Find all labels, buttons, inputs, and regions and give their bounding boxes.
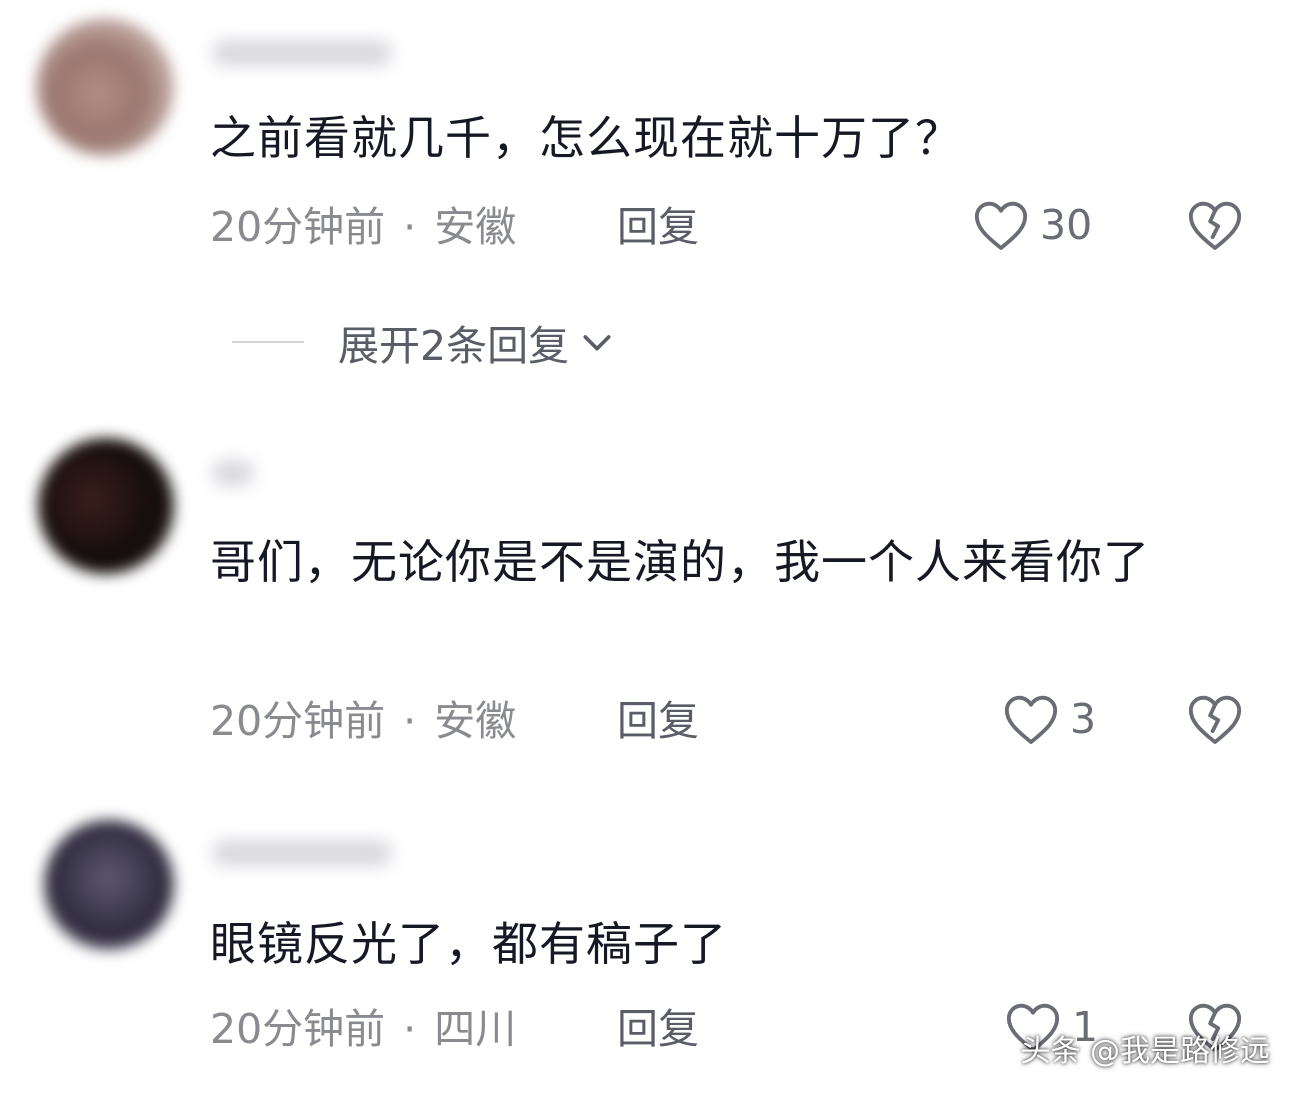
broken-heart-icon — [1188, 695, 1242, 744]
comment-text: 眼镜反光了，都有稿子了 — [210, 917, 727, 971]
heart-outline-icon — [1004, 695, 1058, 744]
expand-replies-button[interactable]: 展开2条回复 — [232, 312, 617, 372]
expand-divider — [232, 341, 304, 343]
dislike-button[interactable] — [1186, 198, 1244, 256]
like-count: 3 — [1070, 695, 1097, 743]
comment-time: 20分钟前 — [210, 203, 386, 251]
comment-location: 安徽 — [434, 203, 517, 251]
comment-location: 安徽 — [434, 697, 517, 745]
comment-meta: 20分钟前 · 四川 — [210, 1004, 516, 1054]
like-count: 30 — [1040, 201, 1093, 249]
reply-button[interactable]: 回复 — [617, 1004, 699, 1054]
avatar[interactable] — [38, 438, 174, 574]
dislike-button[interactable] — [1186, 692, 1244, 750]
comment-location: 四川 — [434, 1005, 517, 1053]
like-button[interactable]: 30 — [972, 198, 1092, 252]
like-button[interactable]: 3 — [1002, 692, 1096, 746]
meta-separator: · — [403, 697, 417, 745]
meta-separator: · — [403, 203, 417, 251]
heart-outline-icon — [974, 201, 1028, 250]
comment-time: 20分钟前 — [210, 1005, 386, 1053]
comment-text: 之前看就几千，怎么现在就十万了？ — [210, 111, 962, 165]
watermark: 头条 @我是路修远 — [1020, 1034, 1270, 1069]
username-blurred[interactable] — [212, 840, 392, 866]
comment-time: 20分钟前 — [210, 697, 386, 745]
expand-replies-label: 展开2条回复 — [338, 322, 570, 370]
reply-button[interactable]: 回复 — [617, 202, 699, 252]
username-blurred[interactable] — [212, 460, 254, 486]
avatar[interactable] — [36, 18, 174, 156]
reply-button[interactable]: 回复 — [617, 696, 699, 746]
chevron-down-icon — [583, 335, 611, 351]
comment-meta: 20分钟前 · 安徽 — [210, 696, 516, 746]
avatar[interactable] — [44, 820, 174, 950]
comment-meta: 20分钟前 · 安徽 — [210, 202, 516, 252]
meta-separator: · — [403, 1005, 417, 1053]
username-blurred[interactable] — [212, 40, 392, 66]
broken-heart-icon — [1188, 201, 1242, 250]
comment-text: 哥们，无论你是不是演的，我一个人来看你了 — [210, 535, 1150, 589]
